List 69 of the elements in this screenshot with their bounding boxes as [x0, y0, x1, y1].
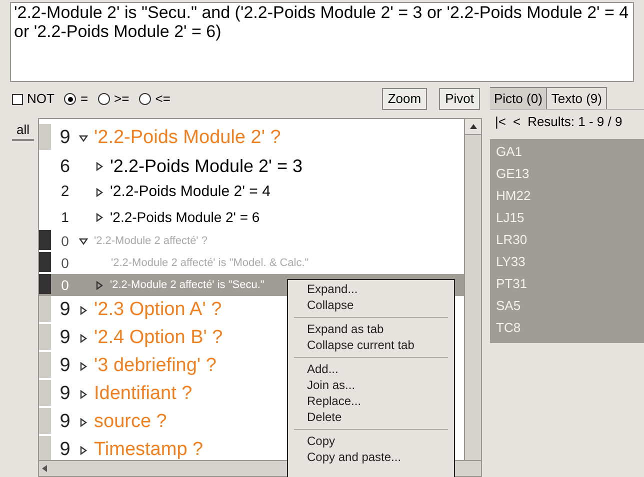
count-text: 9 — [58, 382, 72, 406]
count-text: 2 — [60, 182, 70, 202]
tree-label: Timestamp ? — [94, 438, 204, 460]
menu-item[interactable]: Copy — [288, 433, 454, 449]
count-text: 0 — [60, 276, 70, 294]
count-text: 9 — [58, 326, 72, 350]
menu-item[interactable]: Add... — [288, 361, 454, 377]
menu-item[interactable]: Delete — [288, 409, 454, 425]
menu-item[interactable]: Copy and paste... — [288, 449, 454, 465]
up-arrow-icon[interactable] — [470, 124, 476, 129]
count-text: 9 — [58, 126, 72, 150]
tree-row[interactable]: 2 '2.2-Poids Module 2' = 4 — [39, 180, 464, 205]
radio-label: <= — [155, 90, 170, 108]
tree-row[interactable]: 1 '2.2-Poids Module 2' = 6 — [39, 205, 464, 230]
collapsed-triangle-icon[interactable] — [79, 306, 88, 314]
count-text: 1 — [60, 208, 70, 227]
tree-label: '2.2-Module 2 affecté' ? — [94, 234, 208, 249]
previous-page-button[interactable]: < — [512, 112, 521, 132]
toolbar-button[interactable]: Pivot — [439, 88, 480, 110]
tab[interactable]: Texto (9) — [547, 87, 607, 109]
expanded-triangle-icon[interactable] — [79, 134, 88, 142]
query-field[interactable]: '2.2-Module 2' is "Secu." and ('2.2-Poids Module 2' = 3 or '2.2-Poids Module 2' = 4 or '2.2-Poids Module 2' = 6) — [10, 2, 634, 82]
left-arrow-icon[interactable] — [42, 465, 47, 472]
collapsed-triangle-icon[interactable] — [79, 334, 88, 342]
count-text: 9 — [58, 438, 72, 460]
tree-label: '2.4 Option B' ? — [94, 326, 223, 350]
collapsed-triangle-icon[interactable] — [95, 213, 104, 222]
tree-label: '2.3 Option A' ? — [94, 298, 222, 322]
tree-label: '3 debriefing' ? — [94, 354, 216, 378]
menu-item[interactable]: Expand as tab — [288, 321, 454, 337]
first-page-button[interactable]: |< — [495, 112, 506, 132]
collapsed-triangle-icon[interactable] — [79, 390, 88, 398]
count-text: 6 — [58, 154, 71, 178]
tree-label: '2.2-Module 2 affecté' is "Secu." — [110, 278, 264, 293]
count-text: 0 — [60, 254, 70, 272]
vertical-scrollbar[interactable] — [464, 119, 481, 460]
radio-button[interactable] — [139, 93, 152, 105]
tree-label: '2.2-Module 2 affecté' is "Model. & Calc." — [111, 256, 309, 271]
collapsed-triangle-icon[interactable] — [79, 362, 88, 370]
tree-row[interactable]: 9 '2.2-Poids Module 2' ? — [39, 124, 464, 152]
toolbar-button[interactable]: Zoom — [382, 88, 428, 110]
count-text: 0 — [60, 232, 70, 250]
collapsed-triangle-icon[interactable] — [95, 188, 104, 197]
tab[interactable]: Picto (0) — [490, 87, 548, 109]
tree-label: '2.2-Poids Module 2' = 4 — [110, 182, 270, 202]
tree-row[interactable]: 6 '2.2-Poids Module 2' = 3 — [39, 152, 464, 180]
count-text: 9 — [58, 410, 72, 434]
menu-item[interactable]: Collapse current tab — [288, 337, 454, 353]
results-count: Results: 1 - 9 / 9 — [528, 112, 622, 131]
count-text: 9 — [58, 298, 72, 322]
collapsed-triangle-icon[interactable] — [95, 162, 104, 170]
tree-label: '2.2-Poids Module 2' = 6 — [110, 208, 260, 227]
menu-item[interactable]: Collapse — [288, 297, 454, 313]
tree-label: source ? — [94, 410, 167, 434]
radio-button[interactable] — [64, 93, 76, 105]
count-text: 9 — [58, 354, 72, 378]
radio-button[interactable] — [98, 93, 110, 105]
menu-item[interactable]: Expand... — [288, 281, 454, 297]
tree-label: Identifiant ? — [94, 382, 192, 406]
tree-label: '2.2-Poids Module 2' ? — [94, 126, 281, 150]
checkbox[interactable] — [12, 94, 23, 104]
menu-item[interactable]: Replace... — [288, 393, 454, 409]
checkbox-label: NOT — [27, 90, 54, 108]
collapsed-triangle-icon[interactable] — [79, 446, 88, 454]
tree-label: '2.2-Poids Module 2' = 3 — [110, 154, 302, 178]
radio-label: >= — [114, 90, 130, 108]
radio-label: = — [80, 90, 88, 108]
menu-item[interactable]: Join as... — [288, 377, 454, 393]
collapsed-triangle-icon[interactable] — [79, 418, 88, 426]
